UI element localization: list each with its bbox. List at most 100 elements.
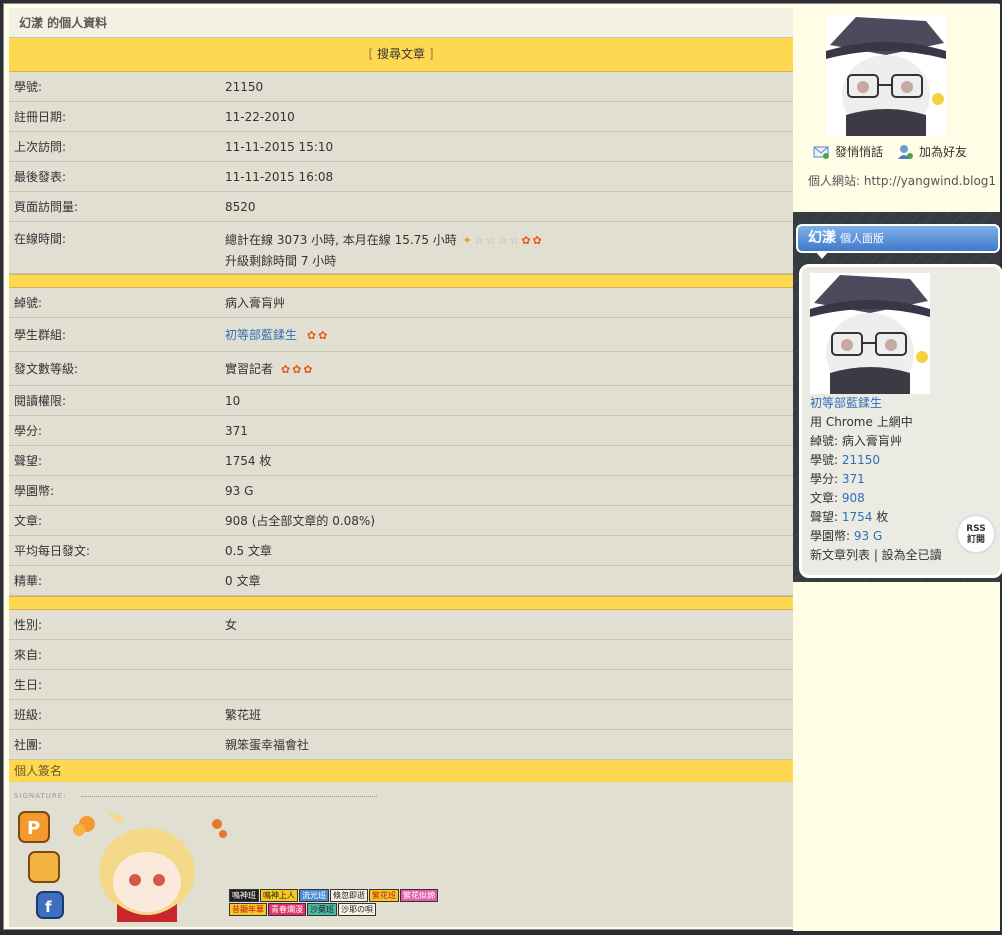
avatar [826, 15, 946, 136]
row-label: 社團: [14, 738, 43, 752]
row-label: 註冊日期: [14, 110, 67, 124]
row-value: 病入膏肓艸 [225, 296, 286, 310]
profile-title: 幻漾 的個人資料 [9, 8, 793, 38]
star-icon: ✿ [532, 234, 542, 247]
row-value: 11-11-2015 15:10 [225, 139, 334, 154]
row-value: 女 [225, 618, 238, 632]
add-friend-label: 加為好友 [919, 145, 968, 159]
website-link[interactable]: http://yangwind.blog1 [864, 174, 996, 188]
website-label: 個人網站: [808, 174, 861, 188]
board-subtitle: 個人面版 [840, 232, 884, 245]
search-posts-link[interactable]: 搜尋文章 [377, 47, 425, 61]
row-label: 學生群組: [14, 328, 67, 342]
website-line: 個人網站: http://yangwind.blog1 [808, 172, 996, 189]
signature-image: P f [18, 810, 227, 922]
row-label: 聲望: [14, 454, 43, 468]
row-label: 學園幣: [14, 484, 55, 498]
signature-label: SIGNATURE: [14, 792, 67, 800]
search-posts-bar: [ 搜尋文章 ] [9, 38, 793, 72]
row-label: 平均每日發文: [14, 544, 91, 558]
group-link[interactable]: 初等部藍鍒生 [225, 328, 297, 342]
badge: 繁花班 [369, 889, 399, 902]
profile-row-page-views: 頁面訪問量: 8520 [9, 192, 793, 222]
profile-sidebar: 發悄悄話 加為好友 個人網站: http://yangwind.blog1 幻漾… [793, 4, 1002, 931]
profile-row-reputation: 聲望: 1754 枚 [9, 446, 793, 476]
rss-subscribe-button[interactable]: RSS 訂閱 [956, 514, 996, 554]
badge: 鳴神班 [229, 889, 259, 902]
row-value: 1754 枚 [225, 454, 272, 468]
reputation-value: 1754 [841, 510, 873, 524]
send-message-button[interactable]: 發悄悄話 [813, 143, 883, 160]
profile-row-gender: 性別: 女 [9, 610, 793, 640]
row-value: 0 文章 [225, 574, 261, 588]
row-value: 繁花班 [225, 708, 262, 722]
signature-area: SIGNATURE: P f 鳴神班 鳴神上人 流光班 倏忽即逝 繁花班 繁花似… [9, 782, 793, 927]
profile-row-post-level: 發文數等級: 實習記者 ✿ ✿ ✿ [9, 352, 793, 386]
section-separator [9, 274, 793, 288]
profile-row-posts: 文章: 908 (占全部文章的 0.08%) [9, 506, 793, 536]
reputation-label: 聲望: [810, 510, 842, 524]
row-label: 綽號: [14, 296, 43, 310]
add-user-icon [898, 144, 914, 159]
profile-row-digest: 精華: 0 文章 [9, 566, 793, 596]
profile-row-class: 班級: 繁花班 [9, 700, 793, 730]
star-icon: ✿ [280, 363, 291, 376]
profile-row-read-permission: 閱讀權限: 10 [9, 386, 793, 416]
star-icon: ✿ [306, 329, 317, 342]
profile-row-club: 社團: 親笨蛋幸福會社 [9, 730, 793, 760]
row-value: 8520 [225, 199, 256, 214]
row-label: 閱讀權限: [14, 394, 67, 408]
coins-label: 學園幣: [810, 529, 854, 543]
group-link[interactable]: 初等部藍鍒生 [810, 396, 882, 410]
row-value: 親笨蛋幸福會社 [225, 738, 310, 752]
profile-row-last-post: 最後發表: 11-11-2015 16:08 [9, 162, 793, 192]
star-icon: ✿ [292, 363, 302, 376]
profile-row-daily-posts: 平均每日發文: 0.5 文章 [9, 536, 793, 566]
profile-panel: 幻漾 的個人資料 [ 搜尋文章 ] 學號: 21150 註冊日期: 11-22-… [9, 8, 793, 927]
badge: 沙耶の唄 [338, 903, 376, 916]
nickname-label: 綽號: [810, 434, 842, 448]
profile-row-birthday: 生日: [9, 670, 793, 700]
row-label: 上次訪問: [14, 140, 67, 154]
row-label: 來自: [14, 648, 43, 662]
section-separator [9, 596, 793, 610]
sun-icon: ✦ [462, 234, 472, 247]
row-value: 11-22-2010 [225, 109, 295, 124]
badge: 流光班 [299, 889, 329, 902]
star-icon: ✿ [303, 363, 313, 376]
svg-text:P: P [27, 818, 40, 839]
coins-value: 93 G [853, 529, 883, 543]
star-icon: ✿ [521, 234, 531, 247]
avatar [810, 273, 930, 394]
row-label: 性別: [14, 618, 43, 632]
post-level-value: 實習記者 [225, 362, 274, 376]
rss-label: RSS 訂閱 [966, 524, 986, 545]
star-empty-icon: ☆ [497, 234, 508, 247]
row-value: 908 (占全部文章的 0.08%) [225, 514, 376, 528]
row-value: 21150 [225, 79, 264, 94]
profile-row-online-time: 在線時間: 總計在線 3073 小時, 本月在線 15.75 小時 ✦ ☆ ☆ ☆ ☆ ✿… [9, 222, 793, 274]
profile-row-from: 來自: [9, 640, 793, 670]
svg-text:f: f [45, 898, 52, 916]
profile-row-credits: 學分: 371 [9, 416, 793, 446]
signature-divider [81, 796, 377, 797]
send-message-label: 發悄悄話 [835, 145, 884, 159]
profile-row-last-visit: 上次訪問: 11-11-2015 15:10 [9, 132, 793, 162]
profile-row-coins: 學園幣: 93 G [9, 476, 793, 506]
row-value: 93 G [225, 483, 254, 498]
reputation-unit: 枚 [872, 510, 889, 524]
badge: 倏忽即逝 [330, 889, 368, 902]
personal-board-tab[interactable]: 幻漾 個人面版 [796, 224, 1000, 253]
star-empty-icon: ☆ [485, 234, 496, 247]
browser-status: 用 Chrome 上網中 [810, 415, 913, 429]
signature-badges: 鳴神班 鳴神上人 流光班 倏忽即逝 繁花班 繁花似錦 昔顯年華 青春爛漫 沙葉班… [229, 889, 439, 917]
credit-label: 學分: [810, 472, 842, 486]
profile-row-register-date: 註冊日期: 11-22-2010 [9, 102, 793, 132]
row-label: 頁面訪問量: [14, 200, 79, 214]
credit-value: 371 [841, 472, 865, 486]
row-label: 學分: [14, 424, 43, 438]
badge: 青春爛漫 [268, 903, 306, 916]
row-value: 11-11-2015 16:08 [225, 169, 334, 184]
add-friend-button[interactable]: 加為好友 [897, 143, 967, 160]
badge: 鳴神上人 [260, 889, 298, 902]
